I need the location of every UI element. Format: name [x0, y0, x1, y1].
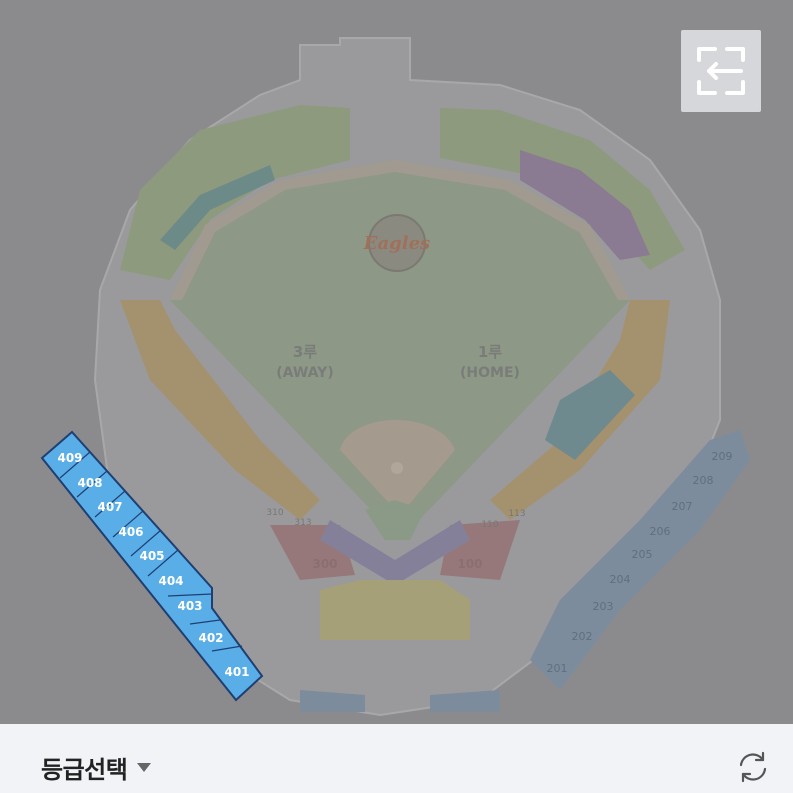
section-label-209: 209 [712, 450, 733, 463]
exit-fullscreen-icon [697, 47, 745, 95]
section-label-205: 205 [632, 548, 653, 561]
refresh-icon [739, 751, 767, 783]
caret-down-icon [137, 762, 152, 772]
section-402[interactable]: 402 [198, 631, 223, 645]
section-409[interactable]: 409 [57, 451, 82, 465]
home-yellow-sections [320, 580, 470, 640]
third-base-label: 3루 [293, 343, 317, 361]
refresh-button[interactable] [734, 748, 772, 786]
section-label-310: 310 [266, 508, 283, 518]
section-label-300: 300 [312, 557, 337, 571]
section-407[interactable]: 407 [97, 500, 122, 514]
section-label-313: 313 [294, 518, 311, 528]
section-406[interactable]: 406 [118, 525, 143, 539]
grade-select-dropdown[interactable]: 등급선택 [41, 750, 152, 784]
grade-select-label: 등급선택 [41, 755, 128, 784]
section-label-204: 204 [610, 573, 631, 586]
section-label-206: 206 [650, 525, 671, 538]
third-base-side-label: (AWAY) [276, 365, 333, 381]
section-label-207: 207 [672, 500, 693, 513]
seat-map[interactable]: Eagles 3루 (AWAY) 1루 (HOME) 300 100 310 1… [0, 0, 793, 724]
section-404[interactable]: 404 [158, 574, 183, 588]
first-base-side-label: (HOME) [460, 365, 520, 381]
section-403[interactable]: 403 [177, 599, 202, 613]
section-label-113: 113 [508, 509, 525, 519]
section-408[interactable]: 408 [77, 476, 102, 490]
section-label-201: 201 [547, 662, 568, 675]
first-base-label: 1루 [478, 343, 502, 361]
section-label-208: 208 [693, 474, 714, 487]
section-label-202: 202 [572, 630, 593, 643]
exit-fullscreen-button[interactable] [681, 30, 761, 112]
section-405[interactable]: 405 [139, 549, 164, 563]
team-logo-text: Eagles [363, 233, 430, 254]
section-label-100: 100 [457, 557, 482, 571]
section-label-203: 203 [593, 600, 614, 613]
pitcher-mound [391, 462, 403, 474]
section-label-110: 110 [481, 520, 498, 530]
section-401[interactable]: 401 [224, 665, 249, 679]
stadium-diagram: Eagles 3루 (AWAY) 1루 (HOME) 300 100 310 1… [40, 37, 750, 717]
